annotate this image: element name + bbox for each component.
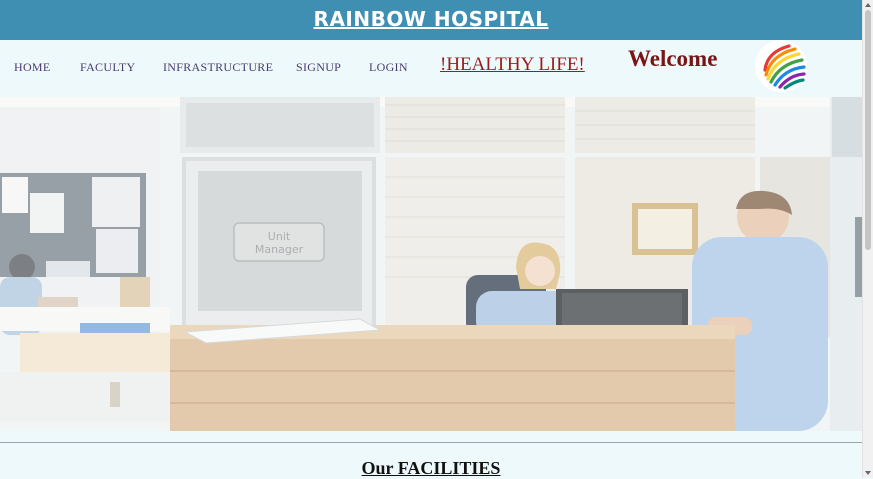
nav-faculty-link[interactable]: FACULTY bbox=[80, 60, 135, 75]
hero-image: Unit Manager bbox=[0, 97, 862, 431]
vertical-scrollbar[interactable] bbox=[862, 0, 873, 478]
tagline-text: !HEALTHY LIFE! bbox=[440, 54, 585, 75]
scroll-thumb[interactable] bbox=[865, 10, 871, 250]
nav-login-link[interactable]: LOGIN bbox=[369, 60, 408, 75]
site-header: RAINBOW HOSPITAL bbox=[0, 0, 862, 40]
nav-signup-link[interactable]: SIGNUP bbox=[296, 60, 341, 75]
welcome-text: Welcome bbox=[628, 46, 718, 71]
nav-infrastructure-link[interactable]: INFRASTRUCTURE bbox=[163, 60, 273, 75]
section-divider bbox=[0, 442, 862, 443]
site-title: RAINBOW HOSPITAL bbox=[313, 7, 549, 31]
nav-home-link[interactable]: HOME bbox=[14, 60, 51, 75]
scroll-down-icon[interactable] bbox=[865, 471, 871, 475]
facilities-heading: Our FACILITIES bbox=[361, 458, 501, 478]
scroll-up-icon[interactable] bbox=[865, 3, 871, 7]
navigation-bar: HOME FACULTY INFRASTRUCTURE SIGNUP LOGIN… bbox=[0, 40, 862, 98]
rainbow-logo-icon bbox=[755, 40, 807, 92]
